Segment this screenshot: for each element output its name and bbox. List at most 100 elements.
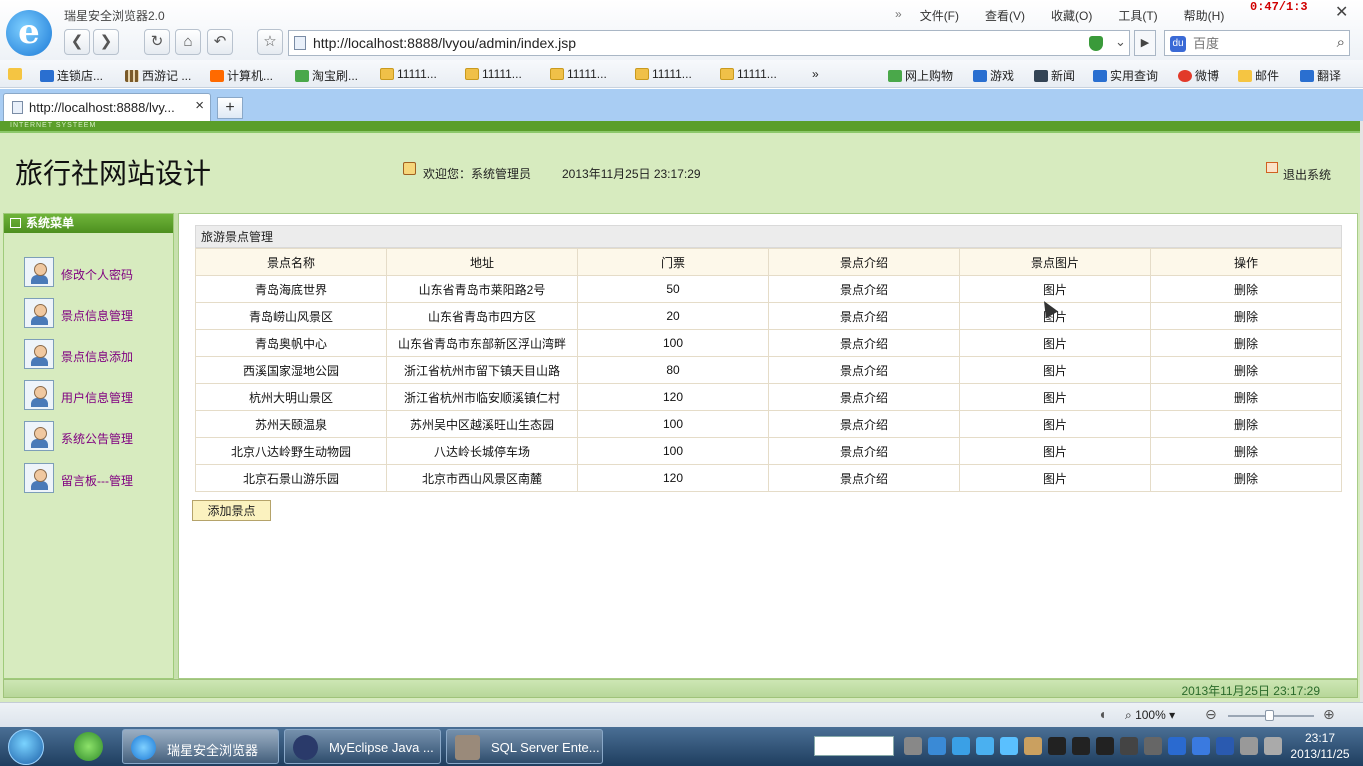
sidebar-item-label[interactable]: 用户信息管理 — [61, 389, 133, 406]
window-close-icon[interactable]: ✕ — [1335, 2, 1348, 22]
favorite-link[interactable]: 淘宝刷... — [295, 67, 358, 84]
favorite-folder[interactable]: 11111... — [550, 67, 607, 81]
start-button[interactable] — [8, 729, 44, 765]
go-button[interactable]: ▶ — [1134, 30, 1156, 56]
quick-link[interactable]: 新闻 — [1034, 67, 1075, 84]
favorite-link[interactable]: 连锁店... — [40, 67, 103, 84]
image-link[interactable]: 图片 — [959, 437, 1151, 465]
favorite-link[interactable]: 西游记 ... — [125, 67, 191, 84]
quick-link[interactable]: 翻译 — [1300, 67, 1341, 84]
search-input[interactable] — [1193, 34, 1323, 52]
search-icon[interactable]: ⌕ — [1337, 34, 1345, 51]
favorite-star-button[interactable]: ☆ — [257, 29, 283, 55]
quick-link[interactable]: 微博 — [1178, 67, 1219, 84]
sidebar-item-guestbook[interactable]: 留言板---管理 — [24, 463, 174, 495]
qq-icon[interactable] — [1072, 737, 1090, 755]
refresh-button[interactable]: ↻ — [144, 29, 170, 55]
quick-launch-icon[interactable] — [74, 732, 103, 761]
zoom-in-icon[interactable]: ⊕ — [1323, 706, 1335, 723]
delete-link[interactable]: 删除 — [1150, 383, 1342, 411]
quick-link[interactable]: 网上购物 — [888, 67, 953, 84]
new-tab-button[interactable]: + — [217, 97, 243, 119]
ie-tray-icon[interactable] — [952, 737, 970, 755]
favorites-star-icon[interactable] — [8, 67, 25, 81]
shield-tray-icon[interactable] — [1168, 737, 1186, 755]
menu-favorites[interactable]: 收藏(O) — [1051, 7, 1092, 24]
logout-icon[interactable] — [1266, 162, 1278, 173]
favorites-more[interactable]: » — [812, 67, 819, 81]
search-box[interactable]: du ⌕ — [1164, 30, 1350, 56]
sidebar-item-user-management[interactable]: 用户信息管理 — [24, 380, 174, 412]
menu-view[interactable]: 查看(V) — [985, 7, 1025, 24]
back-button[interactable]: ❮ — [64, 29, 90, 55]
sidebar-item-label[interactable]: 系统公告管理 — [61, 430, 133, 447]
image-link[interactable]: 图片 — [959, 383, 1151, 411]
tray-app-icon[interactable] — [1192, 737, 1210, 755]
image-link[interactable]: 图片 — [959, 275, 1151, 303]
sidebar-item-announcements[interactable]: 系统公告管理 — [24, 421, 174, 453]
intro-link[interactable]: 景点介绍 — [768, 329, 960, 357]
sidebar-item-spot-add[interactable]: 景点信息添加 — [24, 339, 174, 371]
url-input[interactable] — [313, 34, 1073, 52]
favorite-link[interactable]: 计算机... — [210, 67, 273, 84]
address-bar[interactable]: ⌄ — [288, 30, 1130, 56]
intro-link[interactable]: 景点介绍 — [768, 410, 960, 438]
sidebar-item-label[interactable]: 景点信息管理 — [61, 307, 133, 324]
image-link[interactable]: 图片 — [959, 410, 1151, 438]
intro-link[interactable]: 景点介绍 — [768, 302, 960, 330]
image-link[interactable]: 图片 — [959, 329, 1151, 357]
zoom-out-icon[interactable]: ⊖ — [1205, 706, 1217, 723]
keyboard-icon[interactable] — [904, 737, 922, 755]
sidebar-item-label[interactable]: 修改个人密码 — [61, 266, 133, 283]
favorite-folder[interactable]: 11111... — [380, 67, 437, 81]
qq-icon[interactable] — [1048, 737, 1066, 755]
tray-app-icon[interactable] — [1120, 737, 1138, 755]
quick-link[interactable]: 游戏 — [973, 67, 1014, 84]
menu-help[interactable]: 帮助(H) — [1184, 7, 1225, 24]
people-icon[interactable] — [1024, 737, 1042, 755]
taskbar-item-myeclipse[interactable]: MyEclipse Java ... — [284, 729, 441, 764]
undo-button[interactable]: ↶ — [207, 29, 233, 55]
delete-link[interactable]: 删除 — [1150, 329, 1342, 357]
menu-more-icon[interactable]: » — [895, 7, 902, 24]
image-link[interactable]: 图片 — [959, 356, 1151, 384]
browser-tab[interactable]: http://localhost:8888/lvy... × — [3, 93, 211, 121]
favorite-folder[interactable]: 11111... — [720, 67, 777, 81]
intro-link[interactable]: 景点介绍 — [768, 356, 960, 384]
add-spot-button[interactable]: 添加景点 — [192, 500, 271, 521]
sidebar-item-label[interactable]: 留言板---管理 — [61, 472, 133, 489]
quick-link[interactable]: 实用查询 — [1093, 67, 1158, 84]
system-clock[interactable]: 23:17 2013/11/25 — [1290, 730, 1350, 762]
delete-link[interactable]: 删除 — [1150, 464, 1342, 492]
taskbar-item-sqlserver[interactable]: SQL Server Ente... — [446, 729, 603, 764]
tab-close-icon[interactable]: × — [195, 97, 204, 114]
sidebar-item-change-password[interactable]: 修改个人密码 — [24, 257, 174, 289]
quick-link[interactable]: 邮件 — [1238, 67, 1279, 84]
search-tray-icon[interactable] — [928, 737, 946, 755]
favorite-folder[interactable]: 11111... — [465, 67, 522, 81]
delete-link[interactable]: 删除 — [1150, 356, 1342, 384]
home-button[interactable]: ⌂ — [175, 29, 201, 55]
intro-link[interactable]: 景点介绍 — [768, 383, 960, 411]
sidebar-item-spot-management[interactable]: 景点信息管理 — [24, 298, 174, 330]
shield-tray-icon[interactable] — [1216, 737, 1234, 755]
qq-icon[interactable] — [1096, 737, 1114, 755]
volume-icon[interactable] — [1264, 737, 1282, 755]
zoom-slider-handle[interactable] — [1265, 710, 1274, 721]
delete-link[interactable]: 删除 — [1150, 302, 1342, 330]
favorite-folder[interactable]: 11111... — [635, 67, 692, 81]
tray-app-icon[interactable] — [1144, 737, 1162, 755]
tray-search-input[interactable] — [814, 736, 894, 756]
forward-button[interactable]: ❯ — [93, 29, 119, 55]
intro-link[interactable]: 景点介绍 — [768, 464, 960, 492]
speaker-icon[interactable]: ◖ — [1098, 706, 1106, 722]
logout-link[interactable]: 退出系统 — [1283, 166, 1331, 183]
intro-link[interactable]: 景点介绍 — [768, 275, 960, 303]
image-link[interactable]: 图片 — [959, 464, 1151, 492]
menu-file[interactable]: 文件(F) — [920, 7, 959, 24]
intro-link[interactable]: 景点介绍 — [768, 437, 960, 465]
sidebar-item-label[interactable]: 景点信息添加 — [61, 348, 133, 365]
chevron-down-icon[interactable]: ⌄ — [1115, 34, 1126, 50]
delete-link[interactable]: 删除 — [1150, 275, 1342, 303]
delete-link[interactable]: 删除 — [1150, 410, 1342, 438]
